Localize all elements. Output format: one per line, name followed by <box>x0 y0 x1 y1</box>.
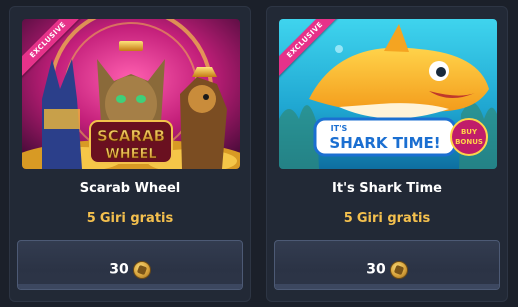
game-thumbnail-shark-time[interactable]: IT'S SHARK TIME! BUY BONUS EXCLUSIVE <box>279 19 497 169</box>
art-badge-line1: BUY <box>461 128 478 136</box>
art-title-line1: SCARAB <box>97 127 165 145</box>
buy-button-scarab-wheel[interactable]: 30 <box>17 240 243 290</box>
button-shadow <box>275 284 499 289</box>
free-spins-label: 5 Giri gratis <box>267 211 507 226</box>
offer-card-shark-time[interactable]: IT'S SHARK TIME! BUY BONUS EXCLUSIVE It'… <box>266 6 508 302</box>
buy-button-shark-time[interactable]: 30 <box>274 240 500 290</box>
free-spins-text: Giri gratis <box>356 211 431 226</box>
offers-grid: SCARAB WHEEL EXCLUSIVE Scarab Wheel 5 Gir… <box>0 0 518 307</box>
game-title: Scarab Wheel <box>79 181 181 196</box>
art-badge-line2: BONUS <box>455 138 483 146</box>
free-spins-text: Giri gratis <box>99 211 174 226</box>
game-thumbnail-scarab-wheel[interactable]: SCARAB WHEEL EXCLUSIVE <box>22 19 240 169</box>
art-title-line2: WHEEL <box>105 147 156 162</box>
price-value: 30 <box>109 261 129 278</box>
art-title-prefix: IT'S <box>331 124 348 133</box>
price-display: 30 <box>18 259 242 279</box>
button-shadow <box>18 284 242 289</box>
offer-card-scarab-wheel[interactable]: SCARAB WHEEL EXCLUSIVE Scarab Wheel 5 Gir… <box>9 6 251 302</box>
free-spins-count: 5 <box>343 211 353 226</box>
coin-icon <box>132 260 151 279</box>
free-spins-count: 5 <box>86 211 96 226</box>
free-spins-label: 5 Giri gratis <box>10 211 250 226</box>
price-display: 30 <box>275 259 499 279</box>
game-title: It's Shark Time <box>332 181 442 196</box>
art-title-main: SHARK TIME! <box>329 134 440 152</box>
coin-icon <box>389 260 408 279</box>
price-value: 30 <box>366 261 386 278</box>
